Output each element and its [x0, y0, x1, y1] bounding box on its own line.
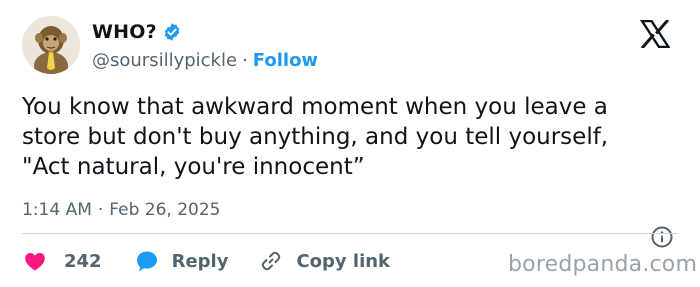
info-icon[interactable]: [650, 225, 674, 249]
tweet-actions: 242 Reply Copy link: [22, 248, 390, 274]
divider: [22, 233, 678, 234]
watermark: boredpanda.com: [508, 252, 698, 277]
speech-bubble-icon: [136, 251, 157, 272]
copy-link-button[interactable]: Copy link: [258, 249, 390, 273]
link-icon: [262, 251, 281, 271]
heart-icon: [25, 253, 45, 271]
tweet-time: 1:14 AM: [22, 200, 92, 220]
like-count: 242: [64, 250, 102, 272]
author-display-name[interactable]: WHO?: [92, 21, 157, 43]
author-handle-row: @soursillypickle · Follow: [92, 48, 318, 72]
tweet-text: You know that awkward moment when you le…: [22, 94, 609, 180]
tweet-date: Feb 26, 2025: [109, 200, 221, 220]
follow-button[interactable]: Follow: [253, 50, 318, 71]
tweet-card: WHO? @soursillypickle · Follow You know …: [0, 0, 700, 287]
like-button[interactable]: 242: [22, 249, 102, 273]
author-handle[interactable]: @soursillypickle: [92, 50, 237, 71]
tweet-timestamp[interactable]: 1:14 AM · Feb 26, 2025: [22, 199, 221, 221]
monkey-avatar-image: [22, 16, 80, 74]
x-logo-icon[interactable]: [640, 20, 670, 48]
author-name-row: WHO?: [92, 20, 182, 44]
reply-button[interactable]: Reply: [134, 249, 229, 273]
copy-link-label: Copy link: [296, 250, 391, 272]
verified-badge-icon: [164, 23, 180, 41]
handle-separator: ·: [242, 49, 248, 71]
timestamp-separator: ·: [97, 200, 104, 220]
reply-label: Reply: [171, 250, 229, 272]
avatar[interactable]: [22, 16, 80, 74]
